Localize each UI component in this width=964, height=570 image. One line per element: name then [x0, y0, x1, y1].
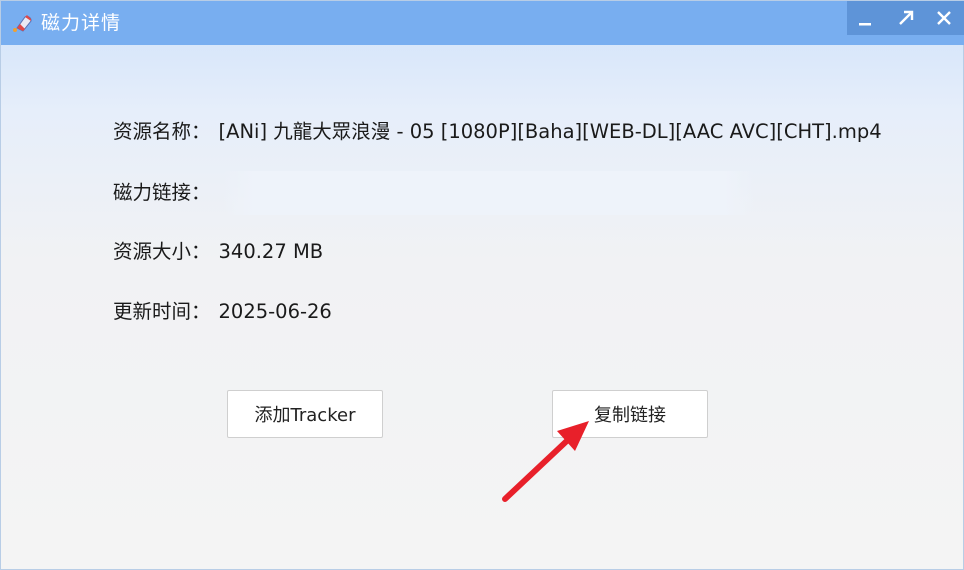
resource-size-label: 资源大小：: [113, 240, 211, 263]
magnet-icon: [11, 12, 33, 34]
resource-name-row: 资源名称： [ANi] 九龍大眾浪漫 - 05 [1080P][Baha][WEB…: [113, 119, 882, 145]
close-button[interactable]: [926, 1, 962, 35]
resource-name-value: [ANi] 九龍大眾浪漫 - 05 [1080P][Baha][WEB-DL][…: [218, 120, 882, 143]
update-time-label: 更新时间：: [113, 300, 211, 323]
minimize-button[interactable]: [847, 1, 883, 35]
resource-size-value: 340.27 MB: [218, 240, 324, 263]
resource-name-label: 资源名称：: [113, 120, 211, 143]
window-title: 磁力详情: [41, 12, 122, 34]
magnet-link-label: 磁力链接：: [113, 181, 211, 204]
update-time-row: 更新时间： 2025-06-26: [113, 299, 332, 325]
update-time-value: 2025-06-26: [218, 300, 332, 323]
magnet-link-field[interactable]: [223, 171, 755, 215]
window-controls: [847, 1, 964, 35]
title-bar[interactable]: 磁力详情: [1, 1, 964, 45]
magnet-details-window: 磁力详情 资源名称： [ANi] 九龍大眾浪漫 - 05 [1080P][Bah…: [0, 0, 964, 570]
close-icon: [937, 11, 951, 25]
maximize-icon: [899, 10, 914, 25]
add-tracker-button[interactable]: 添加Tracker: [227, 390, 383, 438]
resource-size-row: 资源大小： 340.27 MB: [113, 239, 323, 265]
magnet-link-row: 磁力链接：: [113, 180, 211, 206]
minimize-icon: [859, 23, 871, 26]
maximize-button[interactable]: [888, 1, 924, 35]
annotation-arrow-icon: [502, 421, 589, 502]
